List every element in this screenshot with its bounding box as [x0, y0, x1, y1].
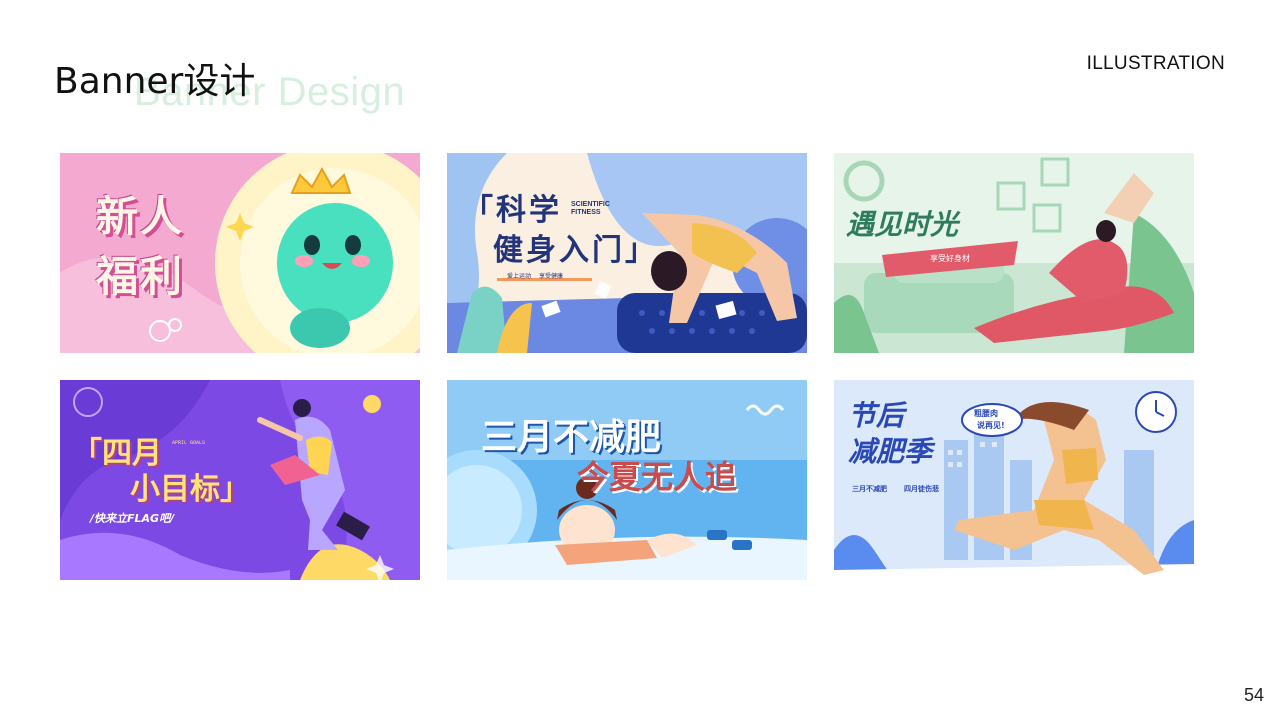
banner-title-line2: 小目标」 [130, 472, 250, 507]
page-number: 54 [1243, 685, 1264, 705]
banner-april-goals[interactable]: 「四月 小目标」 APRIL GOALS /快来立FLAG吧/ [60, 380, 420, 580]
banner-scientific-fitness[interactable]: 「科学 健身入门」 SCIENTIFIC FITNESS 爱上运动 享受健康 [447, 153, 807, 353]
banner-ribbon-text: 享受好身材 [930, 254, 970, 263]
banner-title-line1: 「科学 [463, 193, 562, 228]
banner-title-line2: 减肥季 [848, 435, 933, 468]
section-label: ILLUSTRATION [1086, 53, 1225, 74]
banner-tag: APRIL GOALS [172, 440, 206, 446]
banner-subtitle: /快来立FLAG吧/ [90, 512, 175, 525]
banner-tag-2: 享受健康 [539, 273, 564, 280]
banner-meet-time[interactable]: 遇见时光 享受好身材 [834, 153, 1194, 353]
banner-subtitle-1: 三月不减肥 [852, 485, 887, 493]
page-title: Banner设计 [54, 61, 256, 102]
banner-post-holiday-diet[interactable]: 节后 减肥季 粗腰肉 说再见! 三月不减肥 四月徒伤悲 [834, 380, 1194, 580]
banner-illustration [834, 153, 1194, 353]
banner-title-line2: 福利 [96, 252, 185, 301]
banner-march-diet[interactable]: 三月不减肥 今夏无人追 [447, 380, 807, 580]
banner-new-user-welfare[interactable]: 新人 福利 [60, 153, 420, 353]
banner-title-line1: 新人 [96, 192, 185, 241]
banner-title-line1: 节后 [848, 399, 905, 432]
banner-title: 遇见时光 [846, 208, 959, 241]
banner-subtitle-2: 四月徒伤悲 [904, 485, 939, 493]
banner-bubble-line1: 粗腰肉 [974, 409, 998, 418]
banner-title-line2: 健身入门」 [493, 233, 658, 268]
banner-tag-1: 爱上运动 [507, 273, 532, 280]
banner-subtitle: SCIENTIFIC FITNESS [571, 201, 610, 216]
banner-bubble-line2: 说再见! [977, 421, 1005, 430]
banner-title-line2: 今夏无人追 [577, 458, 738, 496]
